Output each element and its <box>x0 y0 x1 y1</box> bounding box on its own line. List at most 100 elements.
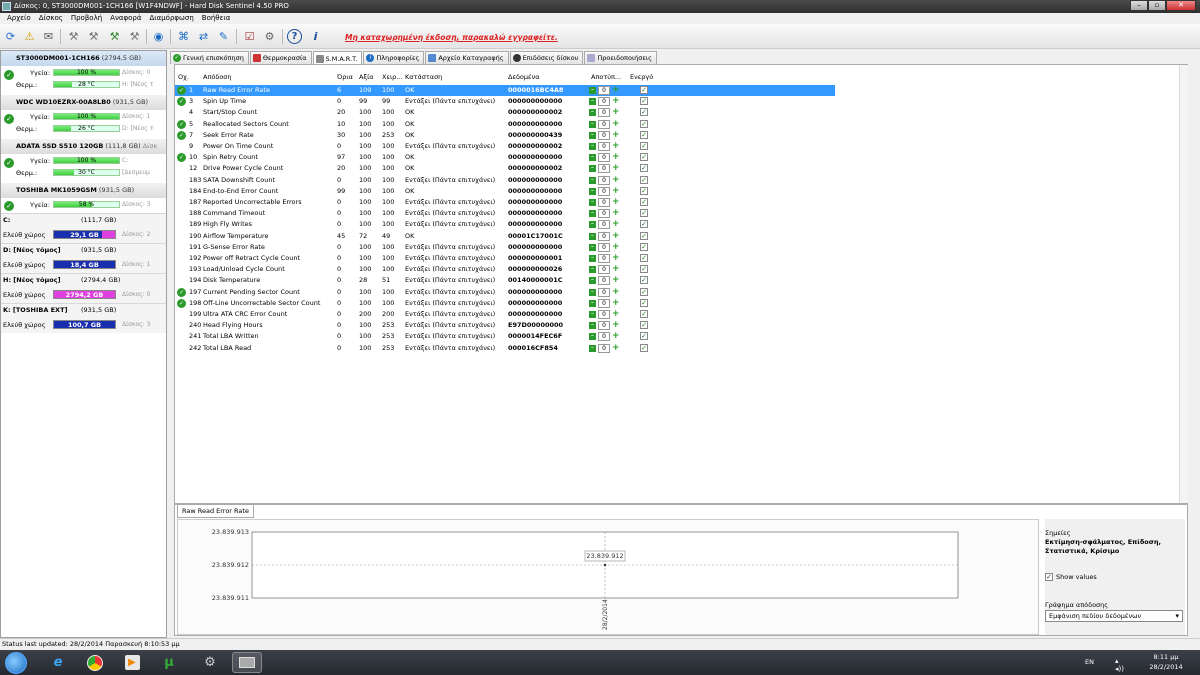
decrease-threshold-button[interactable]: – <box>589 332 596 341</box>
threshold-input[interactable]: 0 <box>598 220 610 230</box>
threshold-input[interactable]: 0 <box>598 287 610 297</box>
decrease-threshold-button[interactable]: – <box>589 310 596 318</box>
decrease-threshold-button[interactable]: – <box>589 321 596 330</box>
decrease-threshold-button[interactable]: – <box>589 298 596 307</box>
graph-select[interactable]: Εμφάνιση πεδίου δεδομένων <box>1045 610 1183 622</box>
threshold-input[interactable]: 0 <box>598 321 610 331</box>
active-checkbox[interactable]: ✓ <box>640 142 648 150</box>
menu-configuration[interactable]: Διαμόρφωση <box>145 13 197 24</box>
tray-icons[interactable]: ▴ ◂)) ▭ <box>1115 657 1124 675</box>
increase-threshold-button[interactable]: + <box>612 142 620 151</box>
threshold-input[interactable]: 0 <box>598 142 610 151</box>
table-row[interactable]: 187 Reported Uncorrectable Errors 0 100 100 Ε… <box>175 197 835 208</box>
menu-help[interactable]: Βοήθεια <box>198 13 235 24</box>
table-row[interactable]: 193 Load/Unload Cycle Count 0 100 100 Εντάξει… <box>175 264 835 275</box>
threshold-input[interactable]: 0 <box>598 276 610 286</box>
help-icon[interactable]: ? <box>287 29 302 44</box>
tab-smart[interactable]: S.M.A.R.T. <box>312 51 363 65</box>
increase-threshold-button[interactable]: + <box>612 186 620 195</box>
game-icon[interactable]: ⚙ <box>195 652 225 673</box>
table-row[interactable]: 241 Total LBA Written 0 100 253 Εντάξει (Πάντ… <box>175 331 835 342</box>
decrease-threshold-button[interactable]: – <box>589 254 596 262</box>
table-row[interactable]: 194 Disk Temperature 0 28 51 Εντάξει (Πάντα ε… <box>175 275 835 286</box>
threshold-input[interactable]: 0 <box>598 310 610 319</box>
decrease-threshold-button[interactable]: – <box>589 242 596 251</box>
table-row[interactable]: 240 Head Flying Hours 0 100 253 Εντάξει (Πάντ… <box>175 320 835 331</box>
decrease-threshold-button[interactable]: – <box>589 153 596 162</box>
threshold-input[interactable]: 0 <box>598 209 610 219</box>
active-checkbox[interactable]: ✓ <box>640 108 648 117</box>
threshold-input[interactable]: 0 <box>598 242 610 252</box>
decrease-threshold-button[interactable]: – <box>589 231 596 240</box>
increase-threshold-button[interactable]: + <box>612 265 620 274</box>
active-checkbox[interactable]: ✓ <box>640 298 648 307</box>
tab-overview[interactable]: ✓ Γενική επισκόπηση <box>170 51 249 64</box>
table-row[interactable]: ✓ 198 Off-Line Uncorrectable Sector Count 0… <box>175 298 835 309</box>
clock-date[interactable]: 28/2/2014 <box>1146 663 1186 671</box>
threshold-input[interactable]: 0 <box>598 175 610 185</box>
threshold-input[interactable]: 0 <box>598 332 610 342</box>
column-header[interactable]: Χειρ... <box>382 73 403 81</box>
data-point[interactable] <box>603 563 607 567</box>
threshold-input[interactable]: 0 <box>598 298 610 308</box>
active-checkbox[interactable]: ✓ <box>640 97 648 106</box>
hdsentinel-taskbar-icon[interactable] <box>232 652 262 673</box>
active-checkbox[interactable]: ✓ <box>640 332 648 341</box>
decrease-threshold-button[interactable]: – <box>589 97 596 106</box>
table-row[interactable]: 4 Start/Stop Count 20 100 100 OK 000000000002 –… <box>175 107 835 118</box>
increase-threshold-button[interactable]: + <box>612 108 620 117</box>
column-header[interactable]: Αποτύπ... <box>591 73 621 81</box>
table-row[interactable]: ✓ 3 Spin Up Time 0 99 99 Εντάξει (Πάντα επιτυχ… <box>175 96 835 107</box>
network-icon[interactable]: ⌘ <box>175 28 192 45</box>
tool-icon[interactable]: ⚒ <box>85 28 102 45</box>
media-player-icon[interactable]: ▶ <box>117 652 147 673</box>
threshold-input[interactable]: 0 <box>598 343 610 353</box>
tool-icon[interactable]: ⚒ <box>126 28 143 45</box>
active-checkbox[interactable]: ✓ <box>640 287 648 296</box>
table-row[interactable]: 12 Drive Power Cycle Count 20 100 100 OK 00000… <box>175 163 835 174</box>
threshold-input[interactable]: 0 <box>598 86 610 95</box>
active-checkbox[interactable]: ✓ <box>640 265 648 274</box>
increase-threshold-button[interactable]: + <box>612 164 620 173</box>
increase-threshold-button[interactable]: + <box>612 276 620 285</box>
increase-threshold-button[interactable]: + <box>612 153 620 162</box>
column-header[interactable]: Αξία <box>359 73 374 81</box>
tool-icon[interactable]: ⚒ <box>65 28 82 45</box>
increase-threshold-button[interactable]: + <box>612 97 620 106</box>
active-checkbox[interactable]: ✓ <box>640 343 648 352</box>
volume-item[interactable]: C: (111,7 GB) Ελεύθ χώρος 29,1 GB Δίσκος… <box>1 213 166 243</box>
increase-threshold-button[interactable]: + <box>612 332 620 341</box>
ie-icon[interactable]: e <box>43 652 73 673</box>
tab-information[interactable]: i Πληροφορίες <box>363 51 425 64</box>
increase-threshold-button[interactable]: + <box>612 175 620 184</box>
column-header[interactable]: Απόδοση <box>203 73 232 81</box>
table-row[interactable]: ✓ 197 Current Pending Sector Count 0 100 100 Ε… <box>175 287 835 298</box>
increase-threshold-button[interactable]: + <box>612 287 620 296</box>
tab-temperature[interactable]: Θερμοκρασία <box>249 51 312 64</box>
column-header[interactable]: Κατάσταση <box>405 73 442 81</box>
minimize-button[interactable]: – <box>1130 0 1148 11</box>
table-row[interactable]: ✓ 5 Reallocated Sectors Count 10 100 100 OK 000… <box>175 119 835 130</box>
tab-alerts[interactable]: Προειδοποιήσεις <box>584 51 657 64</box>
active-checkbox[interactable]: ✓ <box>640 119 648 128</box>
active-checkbox[interactable]: ✓ <box>640 153 648 162</box>
table-row[interactable]: 191 G-Sense Error Rate 0 100 100 Εντάξει (Πάν… <box>175 242 835 253</box>
table-row[interactable]: ✓ 7 Seek Error Rate 30 100 253 OK 000000000439–… <box>175 130 835 141</box>
globe-icon[interactable]: ◉ <box>150 28 167 45</box>
increase-threshold-button[interactable]: + <box>612 119 620 128</box>
disk-item[interactable]: ST3000DM001-1CH166 (2794,5 GB) ✓ Υγεία: … <box>1 51 166 95</box>
decrease-threshold-button[interactable]: – <box>589 276 596 285</box>
increase-threshold-button[interactable]: + <box>612 343 620 352</box>
threshold-input[interactable]: 0 <box>598 265 610 275</box>
maximize-button[interactable]: ▫ <box>1148 0 1166 11</box>
increase-threshold-button[interactable]: + <box>612 254 620 263</box>
threshold-input[interactable]: 0 <box>598 108 610 118</box>
menu-report[interactable]: Αναφορά <box>106 13 145 24</box>
active-checkbox[interactable]: ✓ <box>640 310 648 318</box>
volume-item[interactable]: D: [Νέος τόμος] (931,5 GB) Ελεύθ χώρος 1… <box>1 243 166 273</box>
start-button[interactable] <box>2 650 30 675</box>
checklist-icon[interactable]: ☑ <box>241 28 258 45</box>
threshold-input[interactable]: 0 <box>598 186 610 196</box>
alert-icon[interactable]: ⚠ <box>21 28 38 45</box>
active-checkbox[interactable]: ✓ <box>640 231 648 240</box>
